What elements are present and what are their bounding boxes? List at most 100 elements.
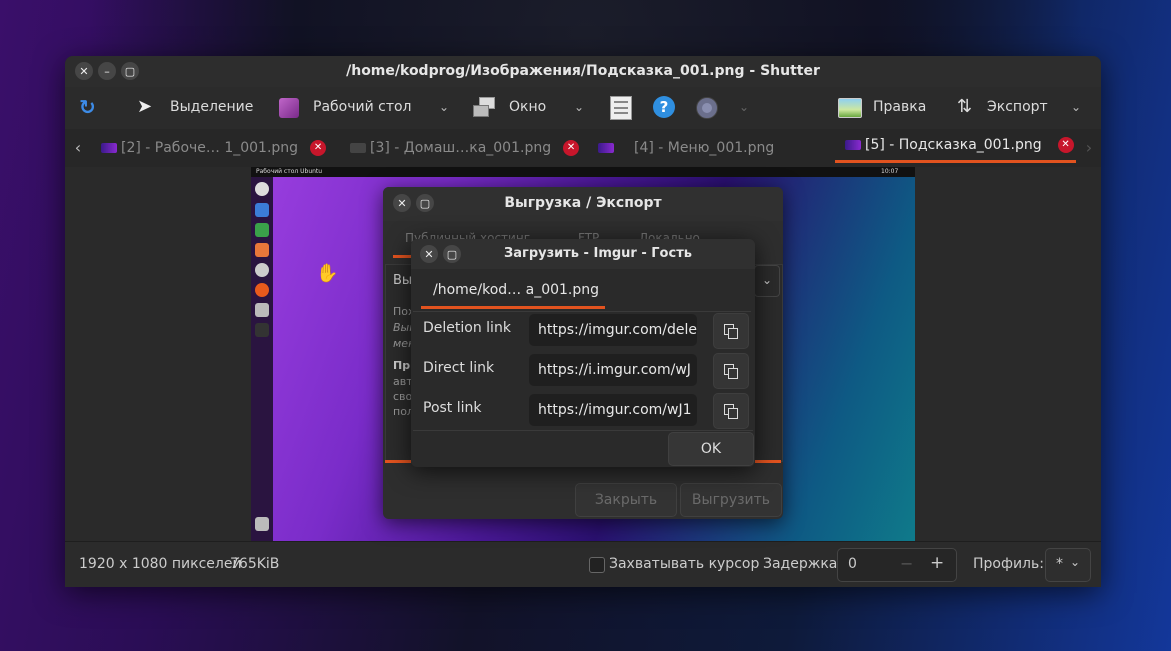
delay-label: Задержка:	[763, 556, 843, 572]
tab-2[interactable]: [2] - Рабоче… 1_001.png ✕	[101, 129, 327, 166]
copy-icon	[724, 404, 738, 419]
selection-button[interactable]: Выделение	[170, 99, 253, 115]
profile-label: Профиль:	[973, 556, 1044, 572]
post-link-label: Post link	[423, 400, 482, 416]
direct-link-field[interactable]: https://i.imgur.com/wJ	[529, 354, 697, 386]
cursor-arrow-icon: ➤	[137, 96, 153, 117]
preview-topbar: Рабочий стол Ubuntu 10:07	[251, 167, 915, 177]
chevron-down-icon: ⌄	[1070, 555, 1081, 569]
tab-close-icon[interactable]: ✕	[563, 139, 580, 156]
tab-scroll-left-icon[interactable]: ‹	[65, 129, 91, 166]
export-dialog-title: Выгрузка / Экспорт	[504, 195, 662, 211]
dock-firefox-icon	[255, 283, 269, 297]
file-tab-indicator	[421, 306, 605, 309]
tab-4[interactable]: [4] - Меню_001.png	[598, 129, 774, 166]
window-icon	[473, 97, 495, 119]
post-link-field[interactable]: https://imgur.com/wJ1	[529, 394, 697, 426]
deletion-link-field[interactable]: https://imgur.com/dele	[529, 314, 697, 346]
copy-direct-link-button[interactable]	[713, 353, 749, 389]
desktop-button[interactable]: Рабочий стол	[313, 99, 412, 115]
export-button[interactable]: Экспорт	[987, 99, 1048, 115]
tab-thumbnail-icon	[845, 139, 861, 150]
tab-keyboard-icon	[350, 142, 366, 153]
dock-app-icon	[255, 182, 269, 196]
delay-spinbox[interactable]: 0 − +	[837, 548, 957, 582]
status-bar: 1920 x 1080 пикселей 765KiB Захватывать …	[65, 541, 1101, 587]
dock-app-icon	[255, 223, 269, 237]
direct-link-row: Direct link https://i.imgur.com/wJ	[411, 350, 755, 390]
profile-value: *	[1056, 556, 1063, 572]
export-icon: ⇅	[957, 96, 973, 117]
copy-icon	[724, 364, 738, 379]
window-button[interactable]: Окно	[509, 99, 546, 115]
edit-button[interactable]: Правка	[873, 99, 926, 115]
decrement-icon[interactable]: −	[900, 554, 913, 573]
imgur-dialog-titlebar: ✕ ▢ Загрузить - Imgur - Гость	[411, 239, 755, 269]
tab-thumbnail-icon	[598, 142, 614, 153]
description-text: сво	[393, 390, 413, 403]
copy-icon	[724, 324, 738, 339]
progress-indicator-right	[755, 460, 781, 463]
deletion-link-row: Deletion link https://imgur.com/dele	[411, 310, 755, 350]
dock-app-icon	[255, 243, 269, 257]
preview-dock	[251, 177, 273, 541]
help-icon[interactable]: ?	[653, 96, 675, 118]
deletion-link-label: Deletion link	[423, 320, 511, 336]
service-chevron-down-icon[interactable]: ⌄	[754, 265, 780, 297]
title-bar: ✕ – ▢ /home/kodprog/Изображения/Подсказк…	[65, 56, 1101, 87]
post-link-row: Post link https://imgur.com/wJ1	[411, 390, 755, 430]
tab-close-icon[interactable]: ✕	[1057, 136, 1074, 153]
service-select-label: Вы	[393, 273, 413, 288]
window-chevron-down-icon[interactable]: ⌄	[574, 100, 584, 114]
direct-link-label: Direct link	[423, 360, 495, 376]
dock-app-icon	[255, 263, 269, 277]
dock-terminal-icon	[255, 323, 269, 337]
refresh-icon[interactable]: ↻	[79, 95, 96, 119]
tab-label: [3] - Домаш…ка_001.png	[370, 139, 552, 156]
image-size: 765KiB	[230, 556, 280, 572]
tab-label: [2] - Рабоче… 1_001.png	[121, 139, 299, 156]
image-dimensions: 1920 x 1080 пикселей	[79, 556, 242, 572]
tab-scroll-right-icon[interactable]: ›	[1077, 129, 1101, 166]
imgur-upload-dialog: ✕ ▢ Загрузить - Imgur - Гость /home/kod……	[411, 239, 755, 467]
upload-chevron-down-icon[interactable]: ⌄	[739, 100, 749, 114]
notes-icon[interactable]	[610, 96, 632, 120]
image-edit-icon	[838, 98, 862, 118]
tab-close-icon[interactable]: ✕	[310, 139, 327, 156]
desktop-icon	[279, 98, 299, 118]
capture-cursor-label: Захватывать курсор	[609, 556, 760, 572]
profile-dropdown[interactable]: * ⌄	[1045, 548, 1091, 582]
increment-icon[interactable]: +	[930, 553, 944, 573]
description-text: авт	[393, 375, 413, 388]
desktop-chevron-down-icon[interactable]: ⌄	[439, 100, 449, 114]
progress-indicator-left	[385, 460, 411, 463]
dock-trash-icon	[255, 517, 269, 531]
upload-globe-icon[interactable]	[696, 97, 718, 119]
copy-deletion-link-button[interactable]	[713, 313, 749, 349]
tab-3[interactable]: [3] - Домаш…ка_001.png ✕	[350, 129, 580, 166]
tab-label: [4] - Меню_001.png	[634, 139, 775, 156]
file-tab-label[interactable]: /home/kod… a_001.png	[433, 282, 599, 298]
dock-app-icon	[255, 203, 269, 217]
tab-thumbnail-icon	[101, 142, 117, 153]
dock-app-icon	[255, 303, 269, 317]
delay-value[interactable]: 0	[848, 556, 857, 572]
preview-clock: 10:07	[881, 168, 899, 175]
copy-post-link-button[interactable]	[713, 393, 749, 429]
tab-label: [5] - Подсказка_001.png	[865, 136, 1042, 153]
ok-button[interactable]: OK	[668, 432, 754, 466]
window-title: /home/kodprog/Изображения/Подсказка_001.…	[346, 63, 820, 79]
tab-5[interactable]: [5] - Подсказка_001.png ✕	[835, 129, 1076, 163]
close-dialog-icon[interactable]: ✕	[420, 245, 438, 263]
file-tab-bar: /home/kod… a_001.png	[413, 271, 751, 312]
toolbar: ↻ ➤ Выделение Рабочий стол ⌄ Окно ⌄ ? ⌄ …	[65, 87, 1101, 129]
tab-bar: ‹ [2] - Рабоче… 1_001.png ✕ [3] - Домаш……	[65, 129, 1101, 168]
capture-cursor-checkbox[interactable]	[589, 557, 605, 573]
export-dialog-titlebar: ✕ ▢ Выгрузка / Экспорт	[383, 187, 783, 221]
imgur-dialog-title: Загрузить - Imgur - Гость	[504, 246, 692, 261]
upload-button[interactable]: Выгрузить	[680, 483, 782, 517]
hand-cursor-icon: ✋	[316, 263, 339, 284]
divider	[413, 430, 753, 431]
export-chevron-down-icon[interactable]: ⌄	[1071, 100, 1081, 114]
close-button[interactable]: Закрыть	[575, 483, 677, 517]
